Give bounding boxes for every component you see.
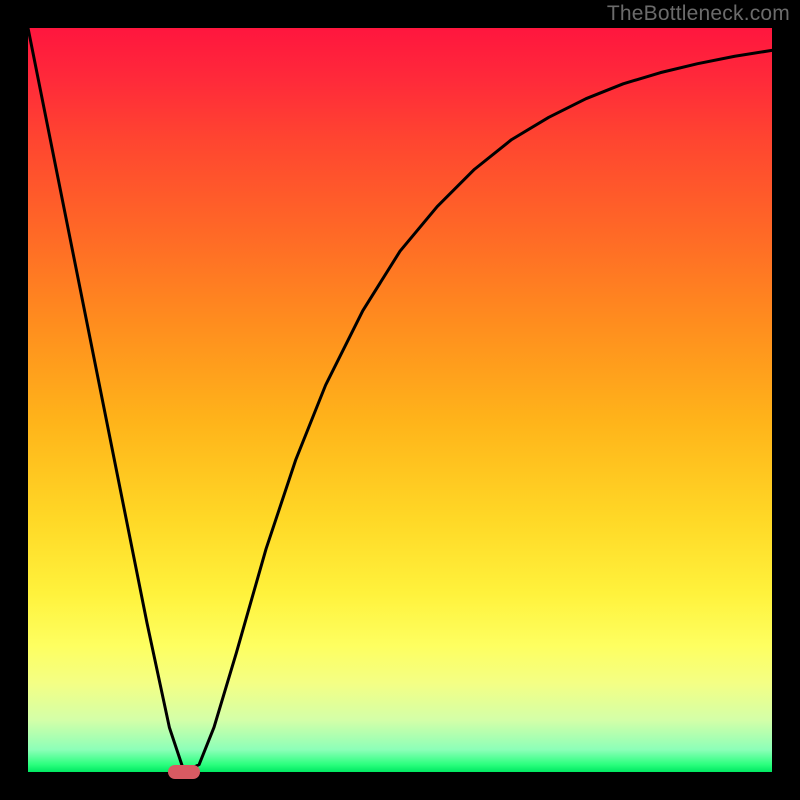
watermark-text: TheBottleneck.com (607, 2, 790, 26)
bottleneck-curve (28, 28, 772, 772)
curve-svg (28, 28, 772, 772)
plot-area (28, 28, 772, 772)
chart-frame: TheBottleneck.com (0, 0, 800, 800)
optimal-point-marker (168, 765, 200, 779)
